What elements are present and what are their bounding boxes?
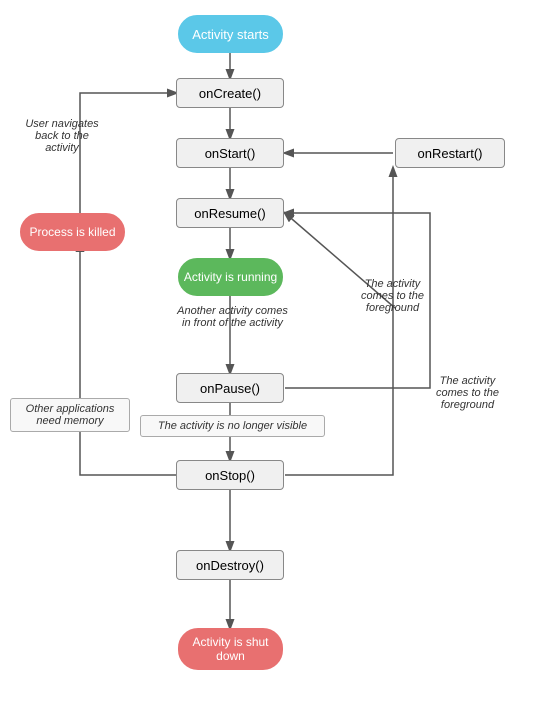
onrestart-node: onRestart() bbox=[395, 138, 505, 168]
process-killed-node: Process is killed bbox=[20, 213, 125, 251]
onresume-node: onResume() bbox=[176, 198, 284, 228]
oncreate-node: onCreate() bbox=[176, 78, 284, 108]
ondestroy-node: onDestroy() bbox=[176, 550, 284, 580]
activity-running-node: Activity is running bbox=[178, 258, 283, 296]
user-navigates-label: User navigates back to the activity bbox=[12, 118, 112, 154]
diagram: Activity starts onCreate() onStart() onR… bbox=[0, 0, 545, 711]
activity-foreground1-label: The activity comes to the foreground bbox=[340, 278, 445, 314]
onstop-node: onStop() bbox=[176, 460, 284, 490]
onpause-node: onPause() bbox=[176, 373, 284, 403]
no-longer-visible-label: The activity is no longer visible bbox=[140, 415, 325, 437]
another-activity-label: Another activity comes in front of the a… bbox=[160, 305, 305, 329]
activity-foreground2-label: The activity comes to the foreground bbox=[415, 375, 520, 411]
onstart-node: onStart() bbox=[176, 138, 284, 168]
other-apps-label: Other applications need memory bbox=[10, 398, 130, 432]
activity-starts-node: Activity starts bbox=[178, 15, 283, 53]
activity-shutdown-node: Activity is shut down bbox=[178, 628, 283, 670]
